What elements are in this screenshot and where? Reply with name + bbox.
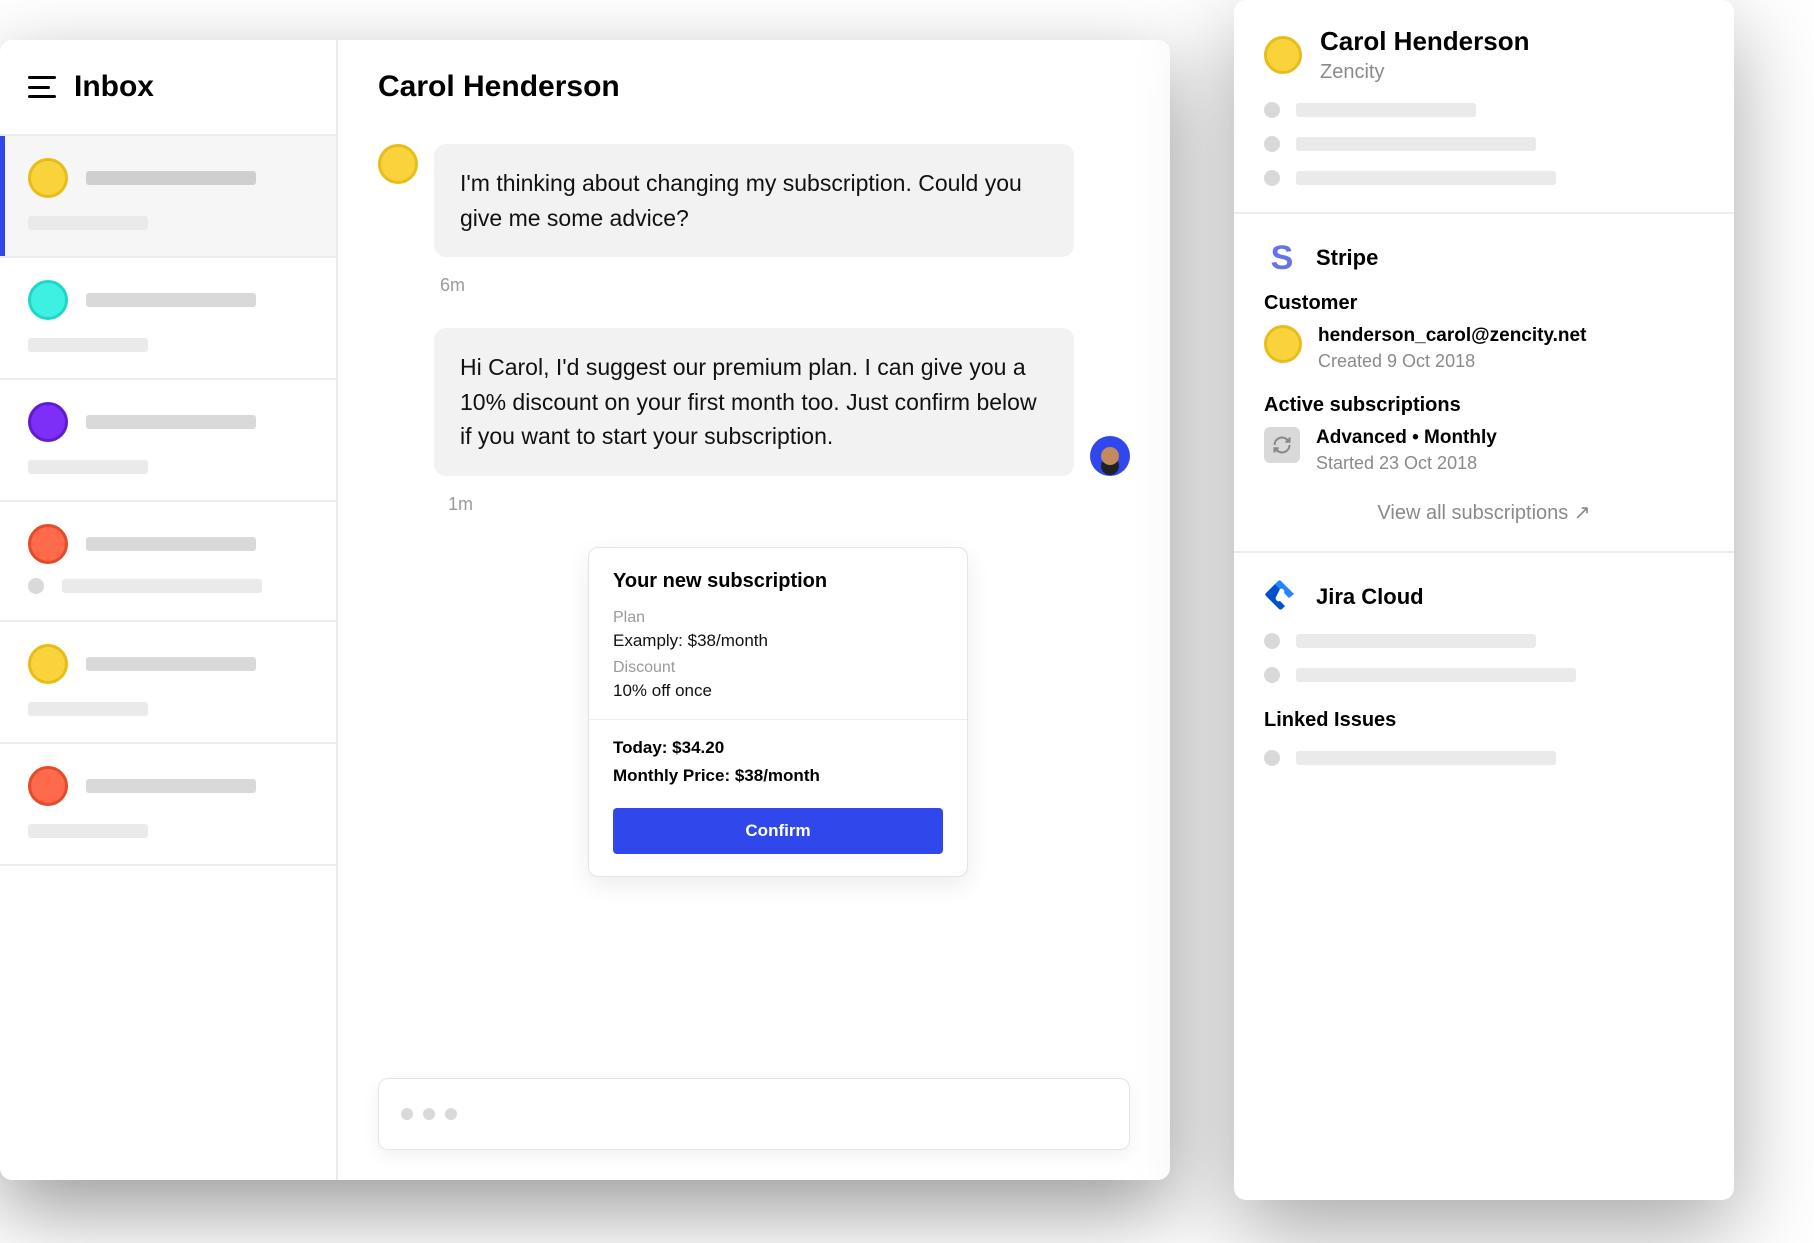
message-composer[interactable] [378, 1078, 1130, 1150]
sidebar-header: Inbox [0, 40, 336, 136]
jira-title: Jira Cloud [1316, 584, 1424, 610]
placeholder-line [86, 657, 256, 671]
conversation-title: Carol Henderson [378, 70, 1130, 104]
monthly-price: Monthly Price: $38/month [613, 766, 943, 786]
contact-company: Zencity [1320, 61, 1530, 84]
avatar-dot [28, 280, 68, 320]
conversation-pane: Carol Henderson I'm thinking about chang… [338, 40, 1170, 1180]
customer-email: henderson_carol@zencity.net [1318, 325, 1586, 347]
placeholder-line [86, 779, 256, 793]
refresh-icon [1264, 427, 1300, 463]
stripe-section: S Stripe Customer henderson_carol@zencit… [1234, 214, 1734, 553]
menu-icon[interactable] [28, 76, 56, 98]
active-subs-label: Active subscriptions [1264, 394, 1704, 417]
confirm-button[interactable]: Confirm [613, 808, 943, 854]
placeholder-line [86, 537, 256, 551]
customer-row[interactable]: henderson_carol@zencity.net Created 9 Oc… [1264, 325, 1704, 372]
customer-avatar [1264, 325, 1302, 363]
view-all-subscriptions[interactable]: View all subscriptions ↗ [1264, 500, 1704, 525]
conversation-list [0, 136, 336, 1180]
placeholder-line [86, 415, 256, 429]
jira-icon [1264, 579, 1300, 615]
message-timestamp: 1m [448, 494, 1130, 515]
jira-section: Jira Cloud Linked Issues [1234, 553, 1734, 792]
linked-issues-label: Linked Issues [1264, 709, 1704, 732]
placeholder-line [28, 702, 148, 716]
conversation-item[interactable] [0, 380, 336, 502]
stripe-title: Stripe [1316, 245, 1378, 271]
contact-name: Carol Henderson [1320, 26, 1530, 57]
typing-dot [445, 1108, 457, 1120]
customer-avatar [378, 144, 418, 184]
placeholder-line [28, 338, 148, 352]
typing-dot [401, 1108, 413, 1120]
conversation-item[interactable] [0, 136, 336, 258]
agent-avatar [1090, 436, 1130, 476]
avatar-dot [28, 158, 68, 198]
today-price: Today: $34.20 [613, 738, 943, 758]
placeholder-line [86, 293, 256, 307]
message-timestamp: 6m [440, 275, 1130, 296]
avatar-dot [28, 766, 68, 806]
plan-value: Examply: $38/month [613, 631, 943, 651]
app-window: Inbox [0, 40, 1170, 1180]
avatar-dot [28, 524, 68, 564]
subscription-row[interactable]: Advanced • Monthly Started 23 Oct 2018 [1264, 427, 1704, 474]
subscription-name: Advanced • Monthly [1316, 427, 1497, 449]
card-title: Your new subscription [613, 570, 943, 593]
message-bubble: I'm thinking about changing my subscript… [434, 144, 1074, 257]
details-panel: Carol Henderson Zencity S Stripe Custome… [1234, 0, 1734, 1200]
typing-dot [423, 1108, 435, 1120]
customer-created: Created 9 Oct 2018 [1318, 351, 1586, 372]
placeholder-line [62, 579, 262, 593]
conversation-item[interactable] [0, 258, 336, 380]
message-customer: I'm thinking about changing my subscript… [378, 144, 1130, 257]
subscription-card: Your new subscription Plan Examply: $38/… [588, 547, 968, 877]
discount-label: Discount [613, 659, 943, 677]
avatar-dot [28, 644, 68, 684]
conversation-item[interactable] [0, 744, 336, 866]
avatar-dot [28, 402, 68, 442]
sidebar-title: Inbox [74, 70, 154, 104]
discount-value: 10% off once [613, 681, 943, 701]
inbox-sidebar: Inbox [0, 40, 338, 1180]
conversation-item[interactable] [0, 502, 336, 622]
customer-label: Customer [1264, 292, 1704, 315]
avatar-dot-small [28, 578, 44, 594]
message-agent: Hi Carol, I'd suggest our premium plan. … [378, 328, 1130, 476]
placeholder-line [28, 460, 148, 474]
contact-avatar [1264, 36, 1302, 74]
plan-label: Plan [613, 609, 943, 627]
contact-section: Carol Henderson Zencity [1234, 0, 1734, 214]
placeholder-line [28, 216, 148, 230]
stripe-icon: S [1264, 240, 1300, 276]
conversation-item[interactable] [0, 622, 336, 744]
message-bubble: Hi Carol, I'd suggest our premium plan. … [434, 328, 1074, 476]
message-thread: I'm thinking about changing my subscript… [378, 144, 1130, 1048]
placeholder-line [28, 824, 148, 838]
placeholder-line [86, 171, 256, 185]
subscription-started: Started 23 Oct 2018 [1316, 453, 1497, 474]
